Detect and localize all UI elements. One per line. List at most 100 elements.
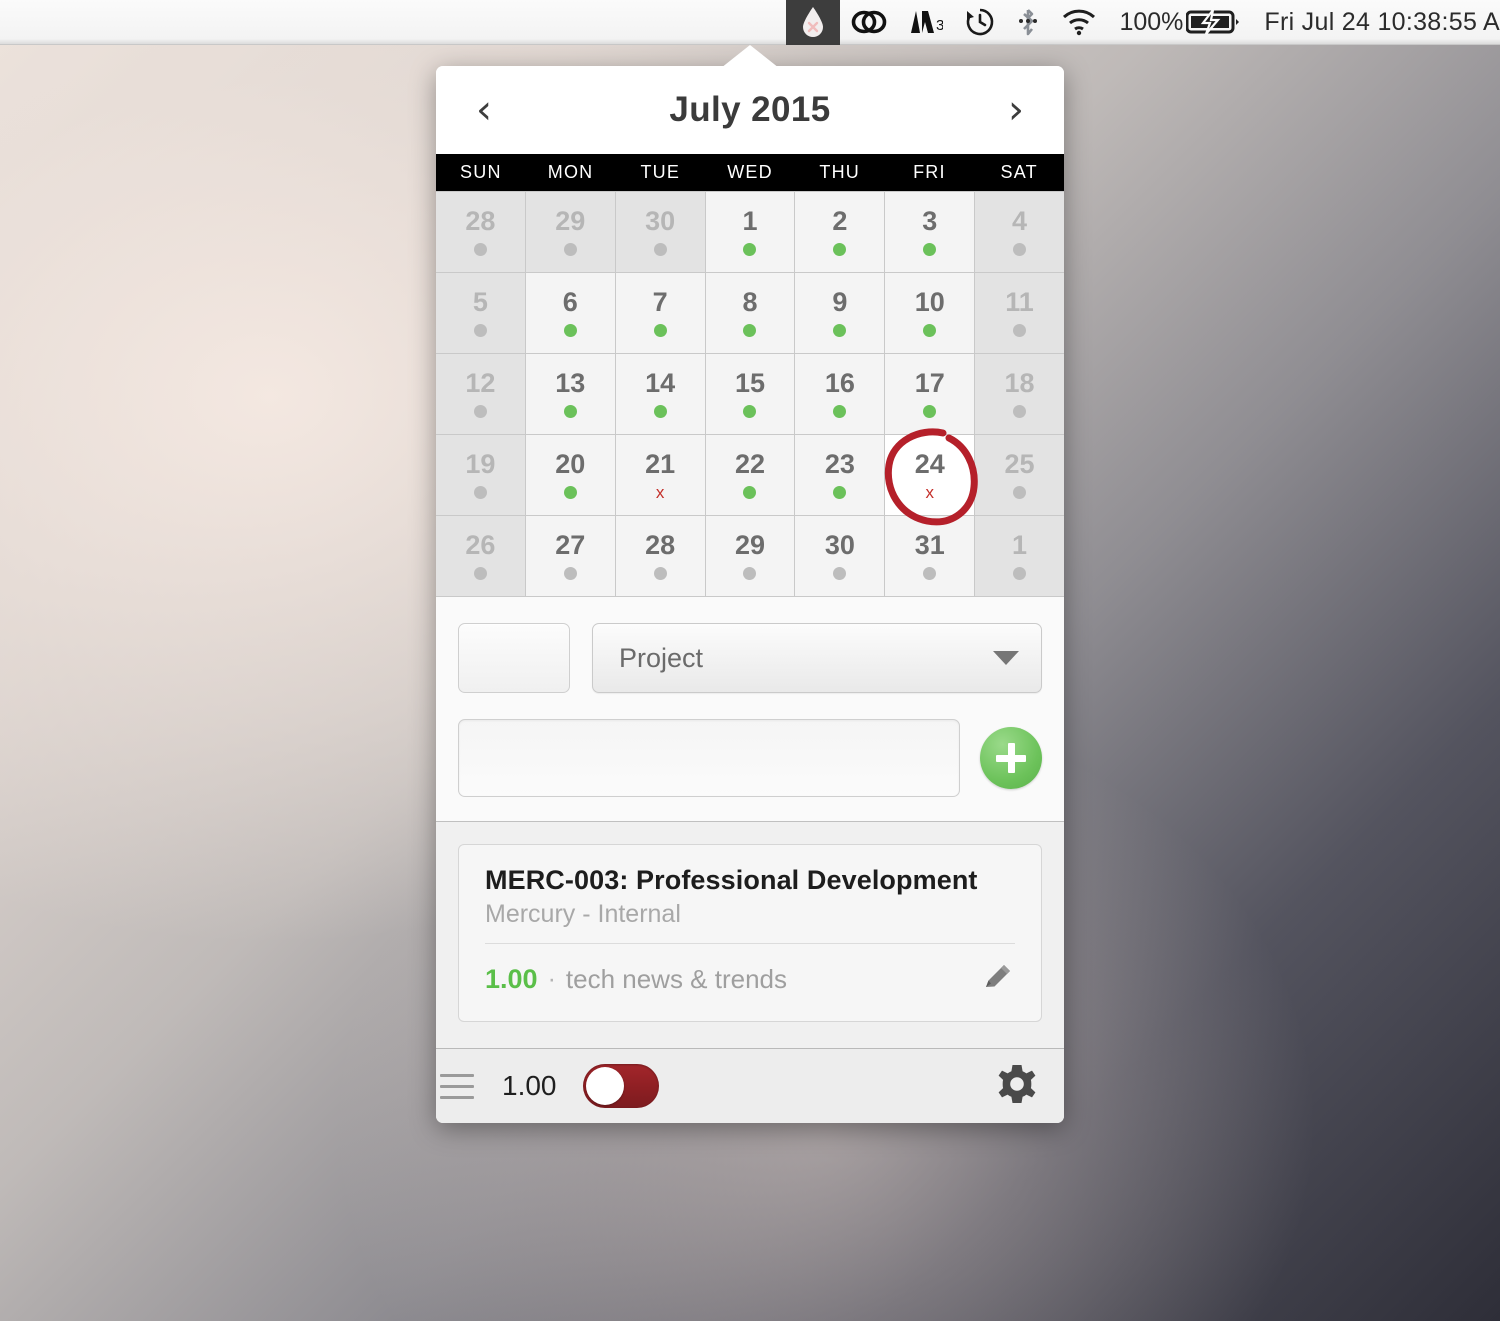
calendar-day-cell[interactable]: 1	[975, 516, 1064, 596]
calendar-day-number: 17	[914, 368, 945, 398]
desktop-background: 3 100% Fri Jul 24 10:38:55 A ‹ July 2015…	[0, 0, 1500, 1321]
day-marker-green-dot-icon	[743, 324, 757, 337]
calendar-day-number: 24	[914, 449, 945, 479]
day-marker-green-dot-icon	[563, 324, 577, 337]
calendar-day-cell[interactable]: 18	[975, 354, 1064, 434]
creative-cloud-icon[interactable]	[840, 0, 898, 45]
day-marker-green-dot-icon	[923, 324, 937, 337]
day-marker-green-dot-icon	[833, 405, 847, 418]
next-month-button[interactable]: ›	[994, 90, 1038, 130]
calendar-day-cell[interactable]: 21 x	[615, 435, 705, 515]
calendar-day-cell[interactable]: 1	[705, 192, 795, 272]
gear-icon[interactable]	[992, 1059, 1042, 1114]
calendar-day-cell[interactable]: 19	[436, 435, 525, 515]
calendar-day-cell[interactable]: 15	[705, 354, 795, 434]
calendar-day-cell[interactable]: 9	[795, 273, 885, 353]
day-marker-grey-dot-icon	[1013, 243, 1027, 256]
calendar-day-number: 30	[824, 530, 855, 560]
calendar-day-number: 9	[832, 287, 848, 317]
calendar-day-cell[interactable]: 7	[615, 273, 705, 353]
calendar-day-number: 4	[1012, 206, 1028, 236]
day-marker-grey-dot-icon	[1013, 486, 1027, 499]
menu-bar: 3 100% Fri Jul 24 10:38:55 A	[0, 0, 1500, 45]
calendar-day-cell[interactable]: 25	[975, 435, 1064, 515]
calendar-day-cell[interactable]: 2	[795, 192, 885, 272]
day-marker-green-dot-icon	[923, 243, 937, 256]
calendar-day-cell[interactable]: 5	[436, 273, 525, 353]
day-marker-grey-dot-icon	[1013, 567, 1027, 580]
calendar-day-number: 16	[824, 368, 855, 398]
calendar-day-number: 19	[465, 449, 496, 479]
calendar-day-number: 8	[742, 287, 758, 317]
battery-percent[interactable]: 100%	[1108, 0, 1186, 45]
hamburger-icon[interactable]	[440, 1073, 474, 1099]
project-dropdown[interactable]: Project	[592, 623, 1042, 693]
pencil-icon[interactable]	[981, 960, 1015, 999]
calendar-day-cell[interactable]: 10	[885, 273, 975, 353]
entry-note: tech news & trends	[565, 964, 788, 994]
note-input[interactable]	[458, 719, 960, 797]
battery-icon[interactable]	[1186, 0, 1253, 45]
day-marker-x-icon: x	[925, 483, 934, 502]
bluetooth-icon[interactable]	[1006, 0, 1050, 45]
calendar-day-cell[interactable]: 27	[525, 516, 615, 596]
hours-input[interactable]	[458, 623, 570, 693]
day-marker-grey-dot-icon	[653, 567, 667, 580]
calendar-day-cell[interactable]: 3	[885, 192, 975, 272]
popover-footer: 1.00	[436, 1049, 1064, 1123]
calendar-day-number: 2	[832, 206, 848, 236]
calendar-day-cell[interactable]: 30	[795, 516, 885, 596]
prev-month-button[interactable]: ‹	[462, 90, 506, 130]
calendar-day-number: 28	[465, 206, 496, 236]
calendar-day-cell[interactable]: 8	[705, 273, 795, 353]
calendar-day-cell[interactable]: 16	[795, 354, 885, 434]
calendar-day-number: 3	[922, 206, 938, 236]
footer-total-hours: 1.00	[502, 1070, 557, 1101]
timer-toggle[interactable]	[582, 1064, 659, 1108]
droplet-icon[interactable]	[786, 0, 841, 45]
add-entry-button[interactable]	[980, 727, 1042, 789]
calendar-day-number: 6	[562, 287, 578, 317]
calendar-day-cell[interactable]: 6	[525, 273, 615, 353]
calendar-day-number: 21	[645, 449, 676, 479]
day-marker-grey-dot-icon	[1013, 324, 1027, 337]
calendar-day-number: 7	[652, 287, 668, 317]
calendar-day-number: 20	[555, 449, 586, 479]
calendar-day-cell[interactable]: 24 x	[885, 435, 975, 515]
calendar-day-cell[interactable]: 11	[975, 273, 1064, 353]
calendar-day-cell[interactable]: 26	[436, 516, 525, 596]
calendar-day-cell[interactable]: 17	[885, 354, 975, 434]
calendar-day-number: 18	[1004, 368, 1035, 398]
calendar-day-cell[interactable]: 22	[705, 435, 795, 515]
calendar-day-cell[interactable]: 13	[525, 354, 615, 434]
list-item[interactable]: MERC-003: Professional Development Mercu…	[458, 844, 1042, 1022]
adobe-icon[interactable]: 3	[898, 0, 954, 45]
calendar-day-cell[interactable]: 4	[975, 192, 1064, 272]
wifi-icon[interactable]	[1050, 0, 1108, 45]
day-marker-green-dot-icon	[653, 405, 667, 418]
calendar-day-cell[interactable]: 12	[436, 354, 525, 434]
calendar-day-cell[interactable]: 28	[615, 516, 705, 596]
popover-pointer	[721, 45, 779, 68]
menubar-clock[interactable]: Fri Jul 24 10:38:55 A	[1253, 0, 1500, 45]
calendar-day-cell[interactable]: 23	[795, 435, 885, 515]
weekday-label: THU	[819, 162, 860, 182]
calendar-day-number: 27	[555, 530, 586, 560]
calendar-day-number: 25	[1004, 449, 1035, 479]
calendar-day-cell[interactable]: 14	[615, 354, 705, 434]
calendar-day-number: 30	[645, 206, 676, 236]
calendar-day-cell[interactable]: 29	[525, 192, 615, 272]
time-machine-icon[interactable]	[954, 0, 1006, 45]
svg-text:3: 3	[936, 17, 943, 34]
entry-form: Project	[436, 597, 1064, 822]
day-marker-green-dot-icon	[743, 486, 757, 499]
timer-toggle-knob	[585, 1067, 624, 1105]
calendar-day-number: 22	[734, 449, 766, 479]
day-marker-grey-dot-icon	[653, 243, 667, 256]
day-marker-grey-dot-icon	[833, 567, 847, 580]
calendar-day-cell[interactable]: 31	[885, 516, 975, 596]
calendar-day-cell[interactable]: 28	[436, 192, 525, 272]
calendar-day-cell[interactable]: 29	[705, 516, 795, 596]
calendar-day-cell[interactable]: 30	[615, 192, 705, 272]
calendar-day-cell[interactable]: 20	[525, 435, 615, 515]
